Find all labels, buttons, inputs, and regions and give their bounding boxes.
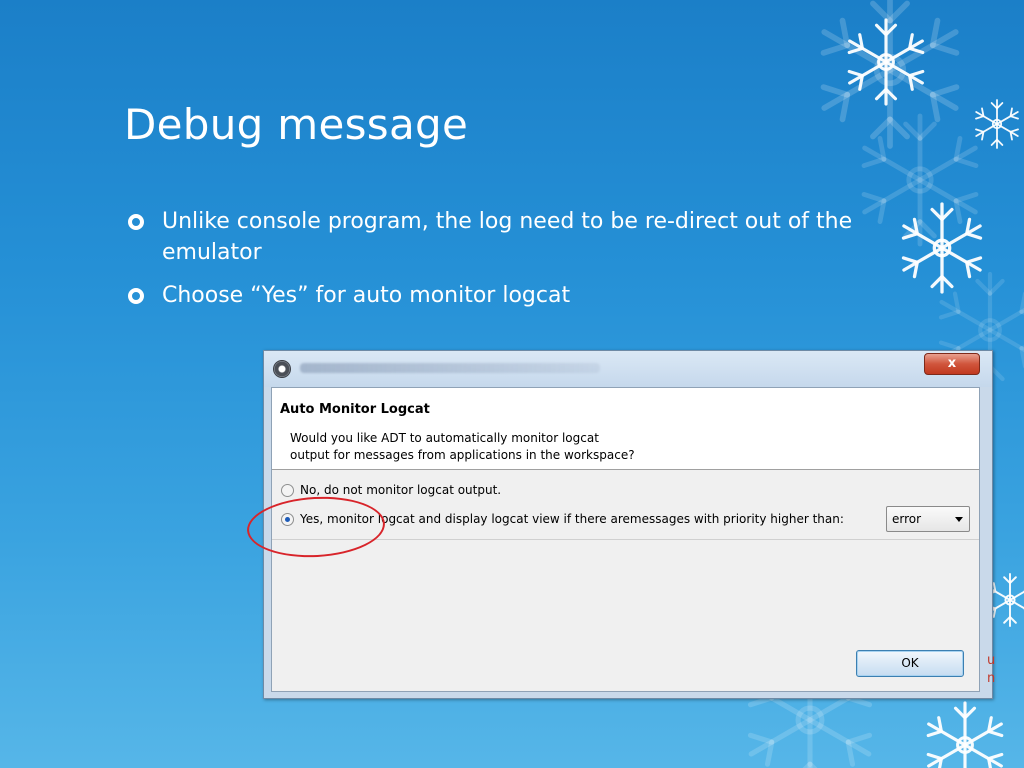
description-line: Would you like ADT to automatically moni… [290, 431, 599, 445]
dropdown-arrow-icon [955, 517, 963, 522]
snowflake-icon [824, 0, 957, 146]
priority-value: error [892, 512, 922, 526]
close-button[interactable]: x [924, 353, 980, 375]
priority-dropdown[interactable]: error [886, 506, 970, 532]
edge-text-line: n [987, 671, 996, 686]
close-icon: x [947, 356, 957, 371]
description-line: output for messages from applications in… [290, 448, 635, 462]
dialog-header-area: Auto Monitor Logcat Would you like ADT t… [272, 388, 979, 470]
clipped-edge-text: u n [987, 652, 995, 688]
dialog-description: Would you like ADT to automatically moni… [290, 430, 635, 464]
dialog-body: Auto Monitor Logcat Would you like ADT t… [271, 387, 980, 692]
app-icon [273, 360, 291, 378]
dialog-titlebar[interactable]: x [264, 351, 992, 387]
slide-title: Debug message [124, 100, 469, 149]
bullet-circle-icon [128, 288, 144, 304]
snowflake-icon [901, 202, 983, 294]
bullet-list: Unlike console program, the log need to … [124, 206, 904, 323]
bullet-text: Unlike console program, the log need to … [162, 209, 853, 265]
snowflake-icon [847, 18, 925, 106]
dialog-heading: Auto Monitor Logcat [280, 402, 430, 417]
bullet-circle-icon [128, 214, 144, 230]
bullet-text: Choose “Yes” for auto monitor logcat [162, 283, 571, 308]
ok-button[interactable]: OK [856, 650, 964, 677]
blurred-window-title [300, 363, 600, 373]
bullet-item: Choose “Yes” for auto monitor logcat [124, 280, 904, 311]
edge-text-line: u [987, 653, 996, 668]
snowflake-icon [926, 701, 1004, 768]
bullet-item: Unlike console program, the log need to … [124, 206, 904, 268]
option-label: No, do not monitor logcat output. [300, 483, 502, 497]
radio-no-monitor[interactable] [281, 483, 294, 497]
snowflake-icon [975, 99, 1019, 149]
dialog-frame-edge [982, 387, 990, 692]
